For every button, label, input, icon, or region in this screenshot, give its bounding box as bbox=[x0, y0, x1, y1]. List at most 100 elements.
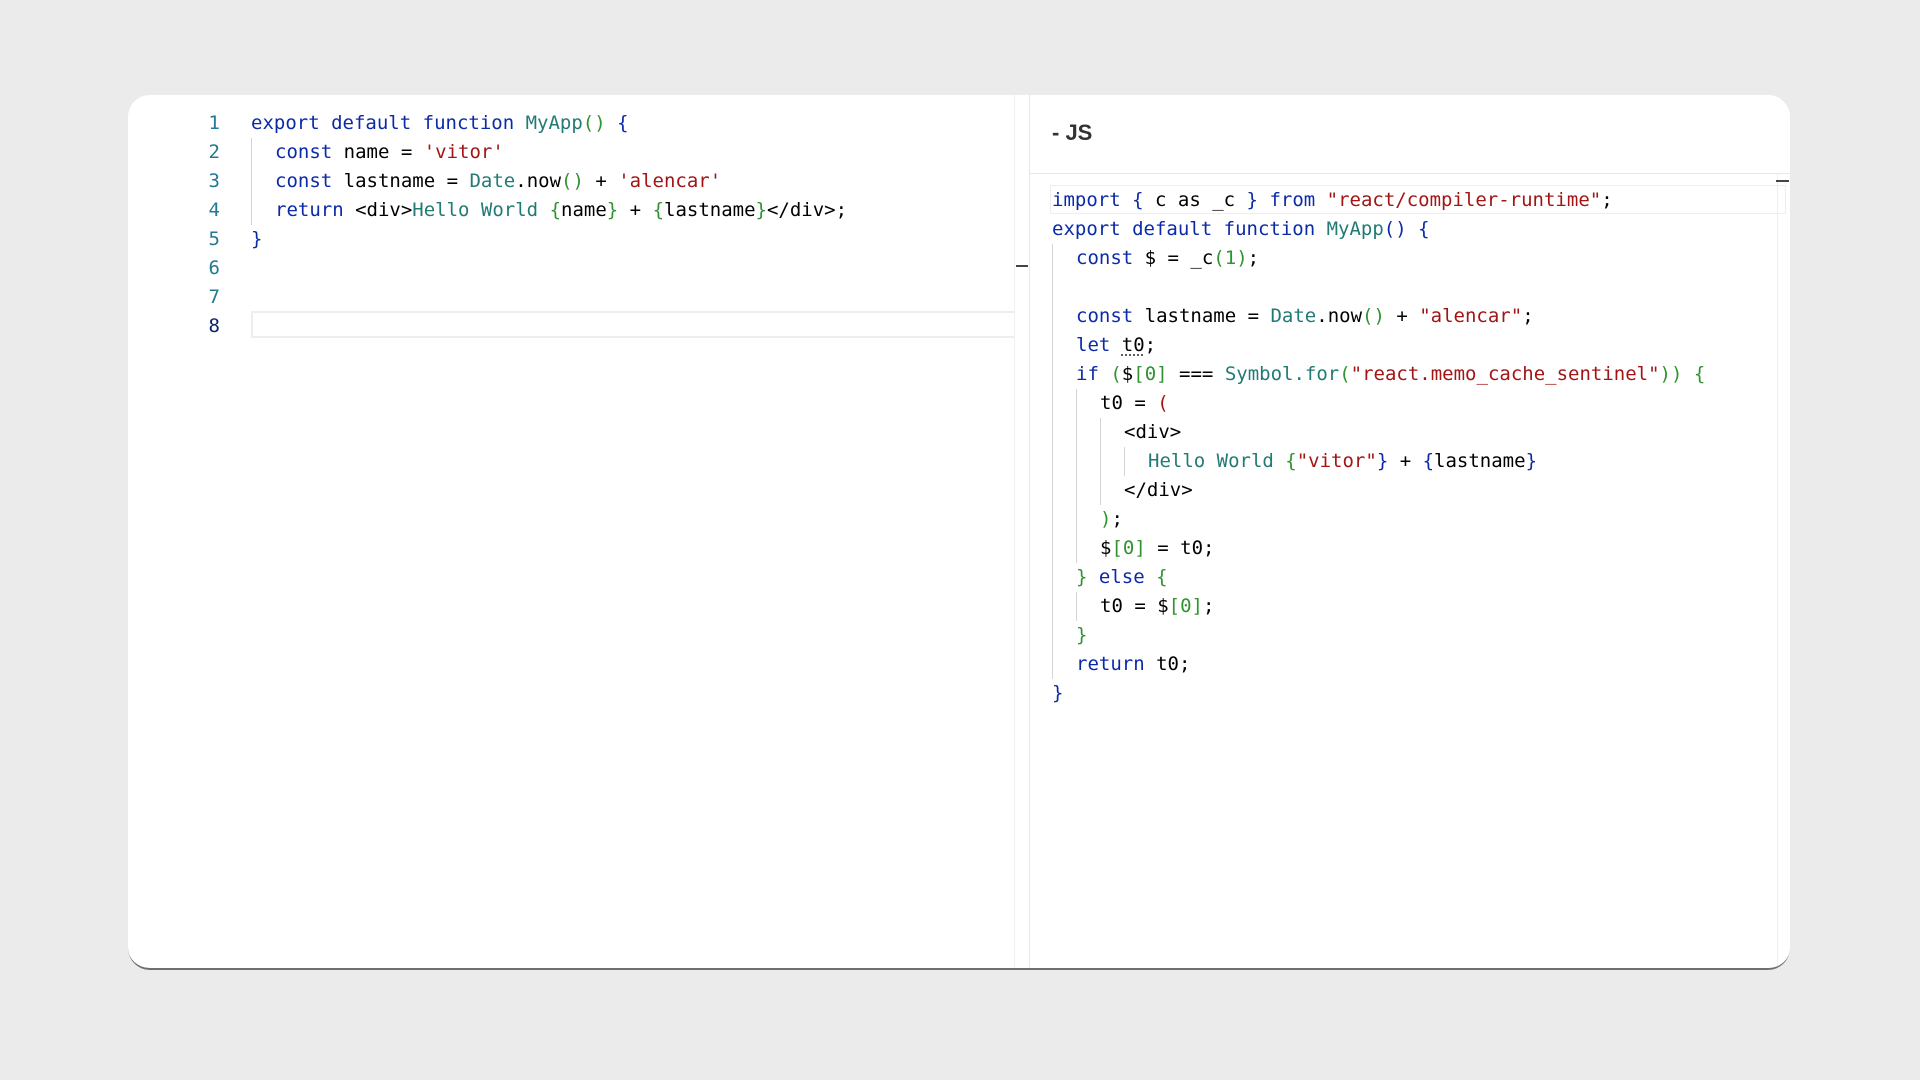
code-token: { bbox=[1693, 363, 1706, 385]
output-code-line[interactable]: import { c as _c } from "react/compiler-… bbox=[1052, 186, 1782, 215]
code-token: } bbox=[1246, 189, 1258, 211]
code-token: [ bbox=[1133, 363, 1145, 385]
code-token: $ = _c bbox=[1133, 247, 1214, 269]
indent-guide bbox=[1052, 534, 1076, 563]
output-code[interactable]: import { c as _c } from "react/compiler-… bbox=[1052, 186, 1782, 708]
indent-guide bbox=[1076, 534, 1100, 563]
code-token: Hello World bbox=[1148, 450, 1286, 472]
output-code-line[interactable]: t0 = $[0]; bbox=[1052, 592, 1782, 621]
indent-guide bbox=[1052, 476, 1076, 505]
code-token: () bbox=[1362, 305, 1385, 327]
output-code-line[interactable]: ); bbox=[1052, 505, 1782, 534]
code-token: ; bbox=[1111, 508, 1123, 530]
code-token: ( bbox=[1339, 363, 1351, 385]
editor-overview-ruler bbox=[1014, 95, 1029, 968]
code-token: "react/compiler-runtime" bbox=[1326, 189, 1602, 211]
code-token: ( bbox=[1213, 247, 1225, 269]
source-code-line[interactable] bbox=[251, 254, 1011, 283]
code-token: () bbox=[582, 112, 606, 134]
code-token: )) bbox=[1659, 363, 1683, 385]
line-number: 7 bbox=[208, 286, 220, 308]
indent-guide bbox=[1052, 360, 1076, 389]
code-token: const bbox=[275, 141, 333, 163]
code-token: 'alencar' bbox=[618, 170, 722, 192]
code-token: t0 = bbox=[1100, 392, 1158, 414]
output-code-line[interactable]: if ($[0] === Symbol.for("react.memo_cach… bbox=[1052, 360, 1782, 389]
output-code-line[interactable]: const $ = _c(1); bbox=[1052, 244, 1782, 273]
code-token: ; bbox=[1601, 189, 1613, 211]
output-code-line[interactable]: <div> bbox=[1052, 418, 1782, 447]
code-token: const bbox=[275, 170, 333, 192]
output-code-line[interactable]: $[0] = t0; bbox=[1052, 534, 1782, 563]
source-editor[interactable]: 12345678 export default function MyApp()… bbox=[128, 95, 1156, 968]
output-code-line[interactable]: const lastname = Date.now() + "alencar"; bbox=[1052, 302, 1782, 331]
code-token: MyApp bbox=[1326, 218, 1384, 240]
indent-guide bbox=[251, 138, 275, 167]
indent-guide bbox=[1052, 505, 1076, 534]
source-code-line[interactable]: return <div>Hello World {name} + {lastna… bbox=[251, 196, 1011, 225]
output-code-line[interactable]: } bbox=[1052, 679, 1782, 708]
code-token: const bbox=[1076, 305, 1134, 327]
indent-guide bbox=[251, 167, 275, 196]
indent-guide bbox=[1052, 418, 1076, 447]
code-token: name bbox=[561, 199, 607, 221]
indent-guide bbox=[1100, 418, 1124, 447]
indent-guide bbox=[1052, 273, 1076, 302]
code-token: "alencar" bbox=[1419, 305, 1523, 327]
editor-cursor-marker bbox=[1016, 265, 1028, 267]
source-code-line[interactable]: export default function MyApp() { bbox=[251, 109, 1011, 138]
output-code-line[interactable]: let t0; bbox=[1052, 331, 1782, 360]
source-code-line[interactable] bbox=[251, 283, 1011, 312]
code-token: } bbox=[1052, 682, 1064, 704]
output-code-line[interactable]: </div> bbox=[1052, 476, 1782, 505]
code-token: { bbox=[617, 112, 629, 134]
source-code-line[interactable]: } bbox=[251, 225, 1011, 254]
code-token: import bbox=[1052, 189, 1121, 211]
code-token: { bbox=[1418, 218, 1430, 240]
indent-guide bbox=[1052, 244, 1076, 273]
output-code-line[interactable]: } bbox=[1052, 621, 1782, 650]
code-token: _c bbox=[1200, 189, 1247, 211]
indent-guide bbox=[1076, 447, 1100, 476]
code-token: [ bbox=[1111, 537, 1123, 559]
source-code-line[interactable]: const lastname = Date.now() + 'alencar' bbox=[251, 167, 1011, 196]
output-code-line[interactable]: t0 = ( bbox=[1052, 389, 1782, 418]
output-code-line[interactable]: Hello World {"vitor"} + {lastname} bbox=[1052, 447, 1782, 476]
output-code-line[interactable]: } else { bbox=[1052, 563, 1782, 592]
indent-guide bbox=[1052, 302, 1076, 331]
code-token: name = bbox=[332, 141, 424, 163]
code-token: .for bbox=[1293, 363, 1340, 385]
output-tab-header[interactable]: - JS bbox=[1030, 95, 1790, 174]
code-token: $ bbox=[1100, 537, 1112, 559]
code-token: t0; bbox=[1144, 653, 1191, 675]
code-token: Hello World bbox=[412, 199, 550, 221]
source-code-line[interactable] bbox=[251, 312, 1011, 341]
indent-guide bbox=[1052, 592, 1076, 621]
code-token: "vitor" bbox=[1296, 450, 1377, 472]
source-code[interactable]: export default function MyApp() {const n… bbox=[251, 109, 1011, 341]
code-token: default bbox=[1132, 218, 1213, 240]
output-tab-title[interactable]: - JS bbox=[1052, 120, 1092, 146]
output-code-line[interactable]: return t0; bbox=[1052, 650, 1782, 679]
source-code-line[interactable]: const name = 'vitor' bbox=[251, 138, 1011, 167]
code-token: const bbox=[1076, 247, 1134, 269]
output-code-line[interactable]: export default function MyApp() { bbox=[1052, 215, 1782, 244]
output-code-line[interactable] bbox=[1052, 273, 1782, 302]
code-token: ; bbox=[1144, 334, 1157, 356]
code-token: = t0; bbox=[1145, 537, 1215, 559]
code-token: { bbox=[549, 199, 562, 221]
indent-guide bbox=[1076, 592, 1100, 621]
indent-guide bbox=[1052, 563, 1076, 592]
indent-guide bbox=[1076, 476, 1100, 505]
code-token: export bbox=[251, 112, 320, 134]
line-number: 4 bbox=[208, 199, 220, 221]
code-token: lastname = bbox=[332, 170, 470, 192]
